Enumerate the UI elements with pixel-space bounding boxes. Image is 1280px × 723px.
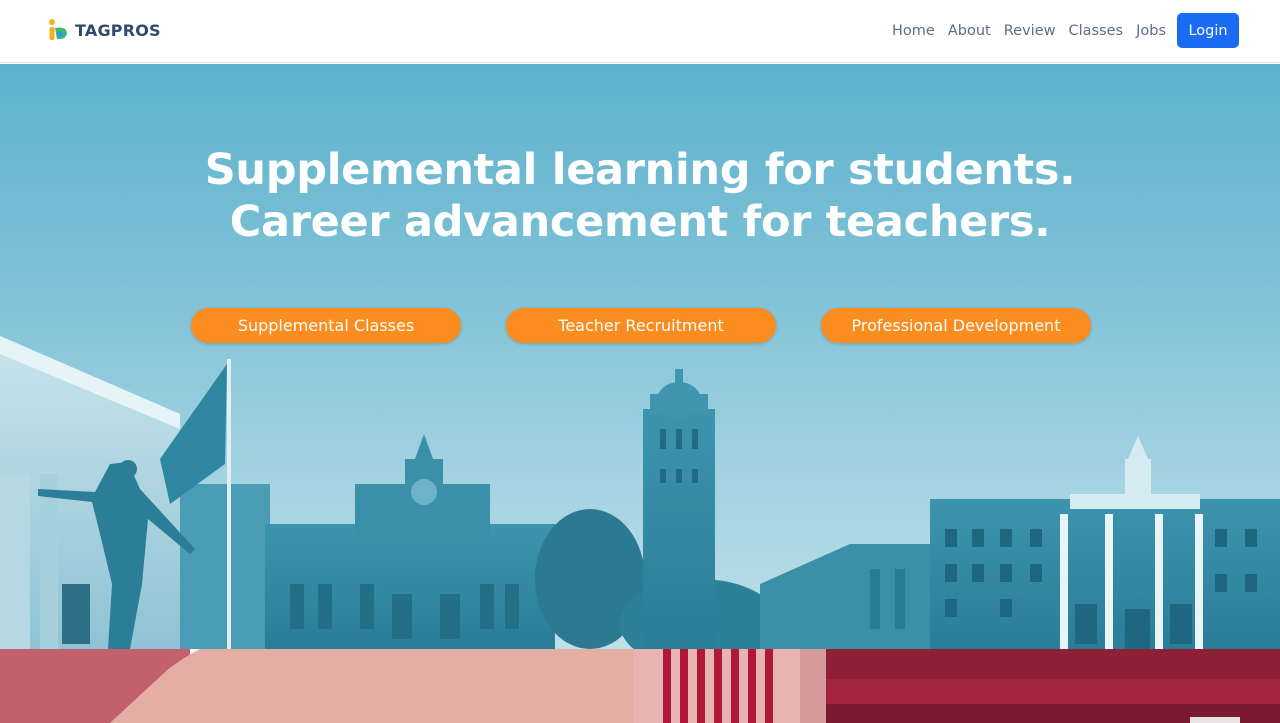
supplemental-classes-button[interactable]: Supplemental Classes xyxy=(191,308,461,343)
nav-jobs[interactable]: Jobs xyxy=(1136,23,1166,39)
professional-development-button[interactable]: Professional Development xyxy=(821,308,1091,343)
nav-classes[interactable]: Classes xyxy=(1068,23,1123,39)
hero-headline: Supplemental learning for students. Care… xyxy=(0,144,1280,248)
nav-home[interactable]: Home xyxy=(892,23,935,39)
bottom-banner-image xyxy=(0,649,1280,723)
nav-review[interactable]: Review xyxy=(1004,23,1056,39)
tagpros-logo-icon xyxy=(49,19,67,40)
hero-section: Supplemental learning for students. Care… xyxy=(0,64,1280,649)
headline-line-1: Supplemental learning for students. xyxy=(204,145,1076,195)
login-button[interactable]: Login xyxy=(1177,13,1239,48)
nav-about[interactable]: About xyxy=(948,23,991,39)
teacher-recruitment-button[interactable]: Teacher Recruitment xyxy=(506,308,776,343)
navbar: TAGPROS Home About Review Classes Jobs L… xyxy=(0,0,1280,63)
brand-logo[interactable]: TAGPROS xyxy=(48,17,161,43)
banner-collage-image xyxy=(0,649,1280,723)
main-nav: Home About Review Classes Jobs Login xyxy=(892,13,1239,48)
brand-name: TAGPROS xyxy=(75,20,161,40)
headline-line-2: Career advancement for teachers. xyxy=(229,197,1051,247)
